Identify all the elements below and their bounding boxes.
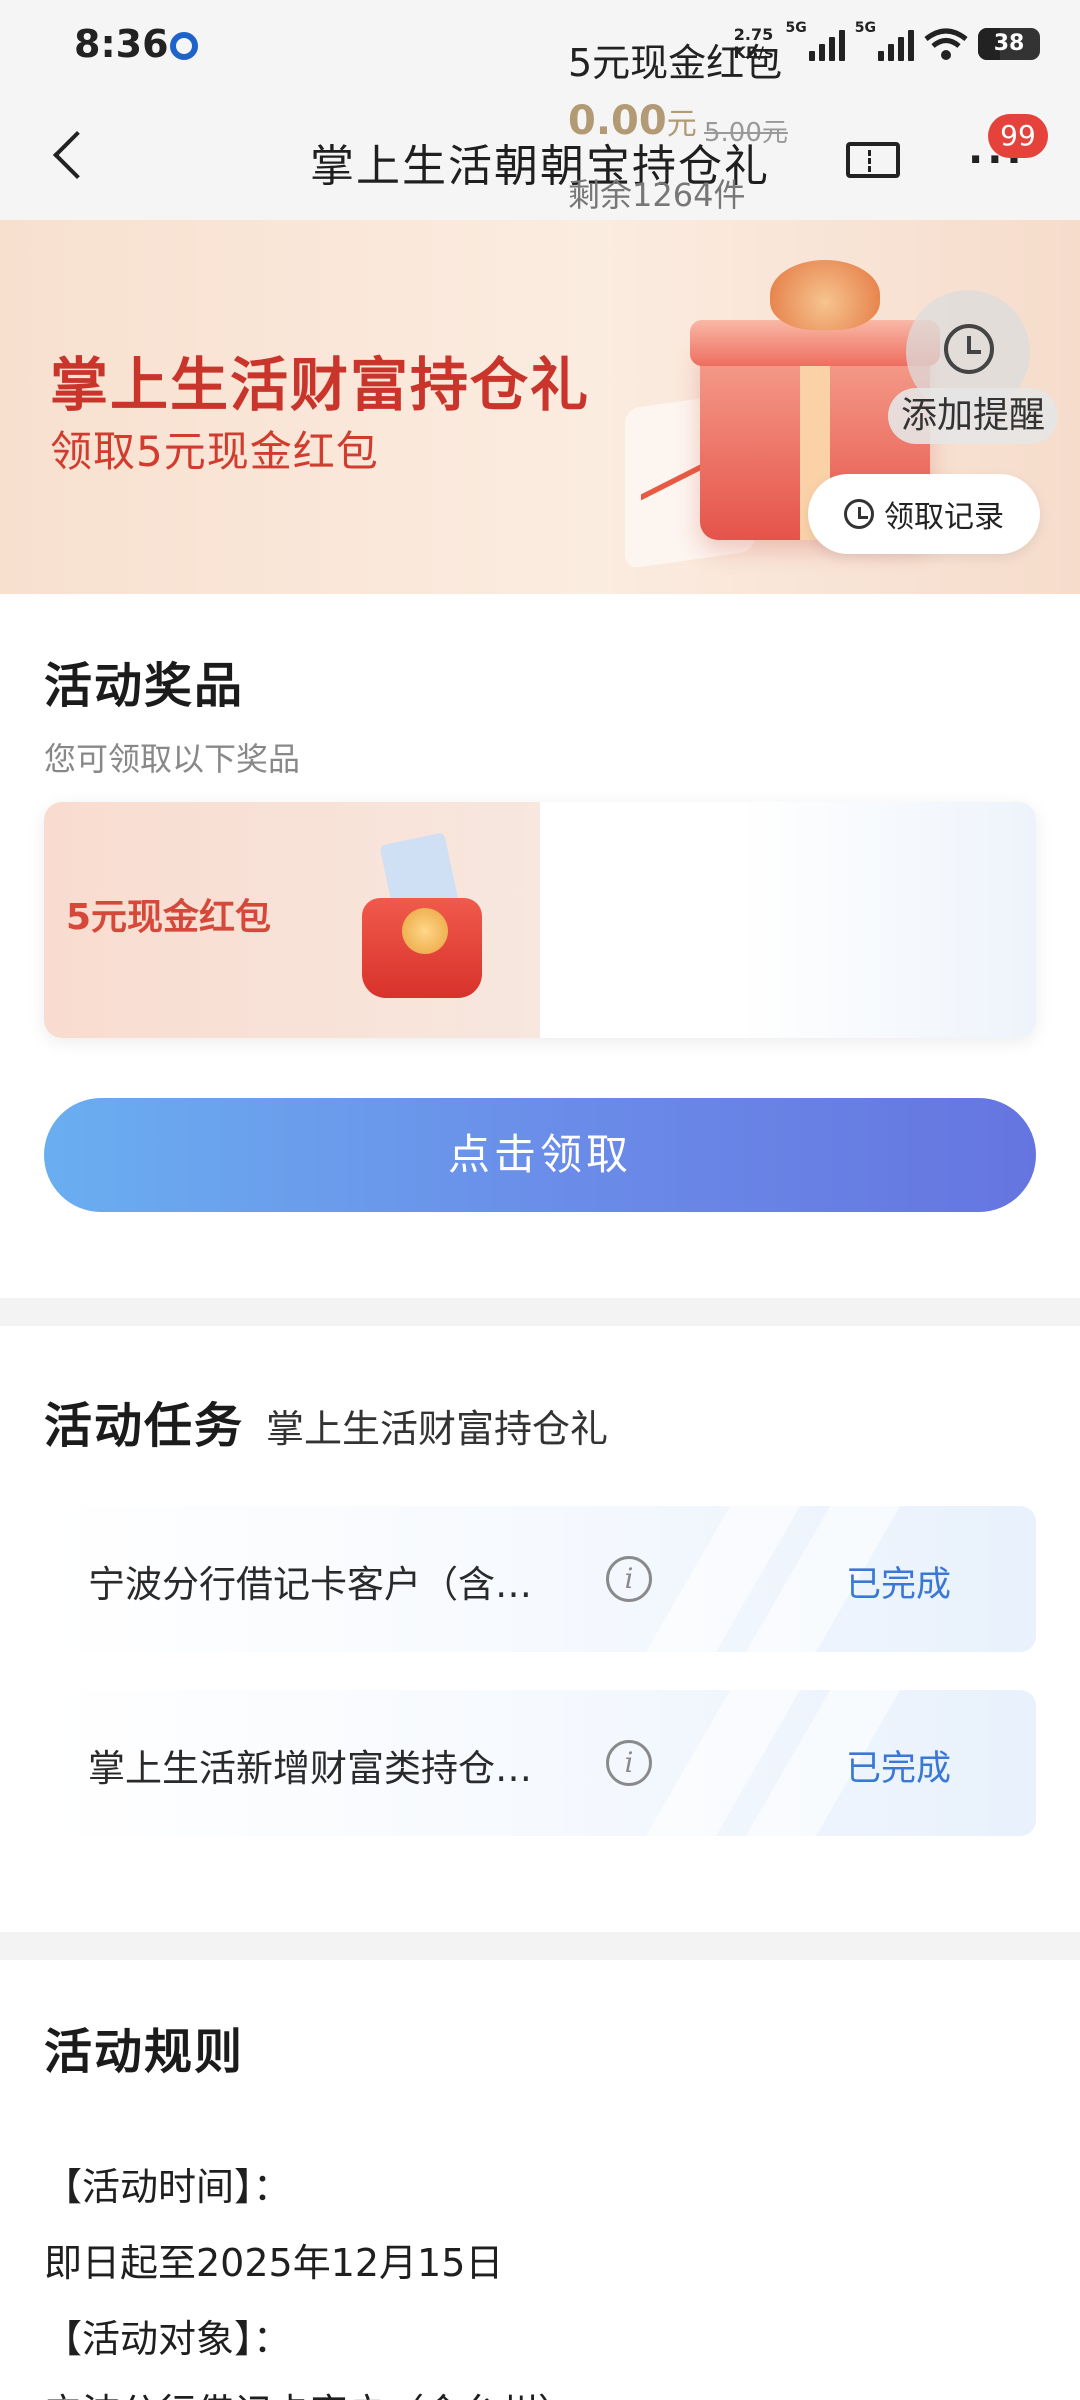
status-bar: 8:36 2.75 KB/s 5G 5G 38 (0, 0, 1080, 90)
network-type-1: 5G (785, 20, 807, 36)
rule-line: 宁波分行借记卡客户（含台州） (44, 2382, 576, 2400)
claim-button[interactable]: 点击领取 (44, 1098, 1036, 1212)
claim-records-label: 领取记录 (884, 500, 1004, 535)
prize-price: 0.00元 (568, 98, 697, 144)
task-label: 掌上生活新增财富类持仓… (88, 1747, 532, 1790)
section-divider (0, 1298, 1080, 1326)
prize-info-panel (540, 802, 1036, 1038)
page-title: 掌上生活朝朝宝持仓礼 (310, 141, 770, 192)
tasks-section-subtitle: 掌上生活财富持仓礼 (266, 1407, 609, 1451)
task-item[interactable]: 掌上生活新增财富类持仓… i 已完成 (44, 1690, 1036, 1836)
claim-records-button[interactable]: 领取记录 (808, 474, 1040, 554)
history-icon (844, 499, 874, 529)
network-type-2: 5G (854, 20, 876, 36)
signal-icon-1 (808, 27, 845, 61)
task-status: 已完成 (846, 1749, 952, 1789)
prize-image-label: 5元现金红包 (66, 897, 272, 938)
rule-line: 【活动对象】： (44, 2317, 292, 2361)
alarm-clock-icon (944, 324, 994, 374)
banner-subtitle: 领取5元现金红包 (50, 427, 379, 476)
reminder-label: 添加提醒 (888, 388, 1058, 444)
rule-line: 【活动时间】： (44, 2165, 292, 2209)
tasks-section-title: 活动任务 (44, 1398, 245, 1454)
red-envelope-icon (344, 832, 494, 1008)
gift-bow-illustration (770, 260, 880, 330)
banner-title: 掌上生活财富持仓礼 (50, 351, 591, 419)
battery-icon: 38 (978, 28, 1040, 60)
prize-original-price: 5.00元 (704, 118, 788, 148)
prizes-section-title: 活动奖品 (44, 658, 245, 714)
signal-icon-2 (878, 27, 914, 61)
rule-line: 即日起至2025年12月15日 (44, 2241, 504, 2285)
wifi-icon (924, 28, 968, 60)
notification-badge: 99 (988, 114, 1048, 158)
app-notification-icon (170, 32, 198, 60)
section-divider (0, 1932, 1080, 1960)
prize-stock: 剩余1264件 (568, 176, 746, 214)
prize-image: 5元现金红包 (44, 802, 540, 1038)
task-item[interactable]: 宁波分行借记卡客户（含… i 已完成 (44, 1506, 1036, 1652)
status-time: 8:36 (74, 22, 169, 66)
info-icon[interactable]: i (606, 1740, 652, 1786)
rules-section-title: 活动规则 (44, 2024, 245, 2080)
nav-bar: 掌上生活朝朝宝持仓礼 ··· 99 (0, 90, 1080, 220)
info-icon[interactable]: i (606, 1556, 652, 1602)
task-label: 宁波分行借记卡客户（含… (88, 1563, 532, 1606)
prize-name: 5元现金红包 (568, 41, 783, 85)
prizes-section-subtitle: 您可领取以下奖品 (44, 740, 301, 778)
prize-card[interactable]: 5元现金红包 (44, 802, 1036, 1038)
add-reminder-button[interactable]: 添加提醒 (888, 290, 1064, 450)
task-status: 已完成 (846, 1565, 952, 1605)
ticket-icon[interactable] (846, 142, 900, 178)
